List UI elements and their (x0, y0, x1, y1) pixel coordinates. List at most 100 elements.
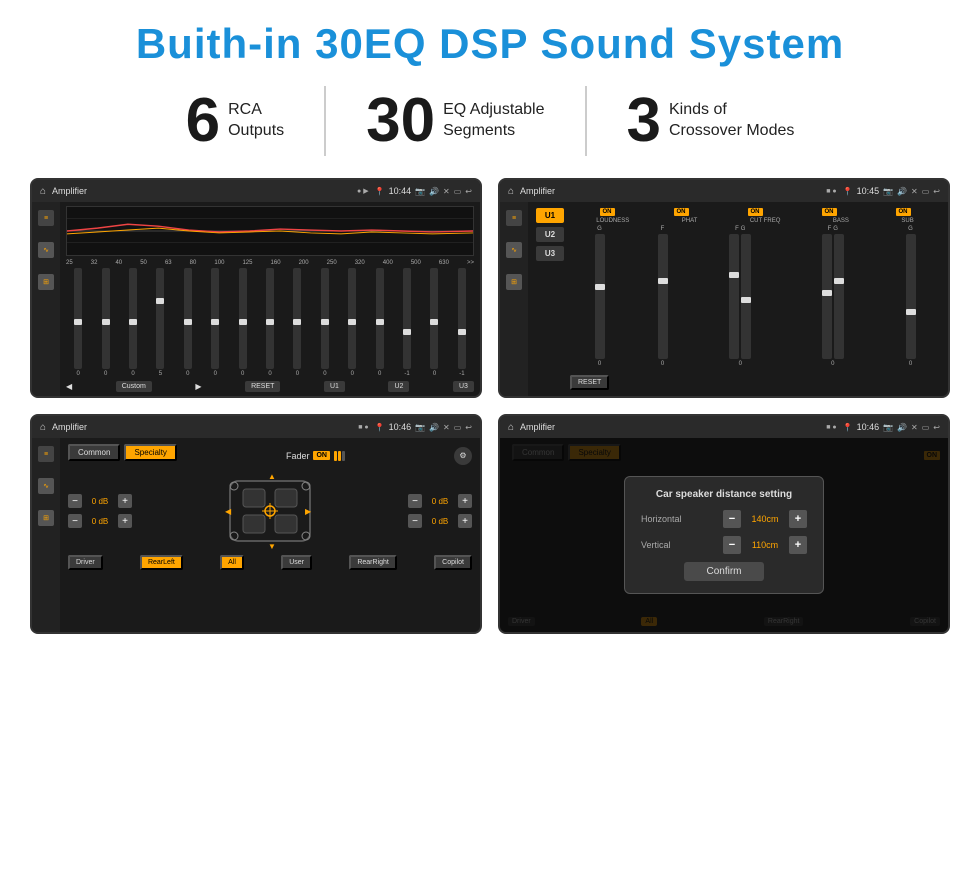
crossover-reset-button[interactable]: RESET (570, 375, 609, 390)
back-icon: ↩ (465, 187, 472, 196)
distance-dialog-box: Car speaker distance setting Horizontal … (624, 476, 824, 594)
db-rl-minus[interactable]: − (68, 514, 82, 528)
distance-dialog-overlay: Car speaker distance setting Horizontal … (500, 438, 948, 632)
ch-cutfreq-area: FG 0 (696, 226, 785, 367)
db-rr-plus[interactable]: + (458, 514, 472, 528)
vertical-plus-button[interactable]: + (789, 536, 807, 554)
vertical-value: 110cm (745, 540, 785, 550)
db-fl-minus[interactable]: − (68, 494, 82, 508)
btn-rearleft[interactable]: RearLeft (140, 555, 183, 570)
eq-slider-1[interactable]: 0 (93, 268, 117, 377)
vertical-minus-button[interactable]: − (723, 536, 741, 554)
crossover-sidebar-icon-3[interactable]: ⊞ (506, 274, 522, 290)
eq-main-area: 25 32 40 50 63 80 100 125 160 200 250 32… (60, 202, 480, 396)
unit-u1-button[interactable]: U1 (536, 208, 564, 223)
eq-slider-4[interactable]: 0 (176, 268, 200, 377)
screen4-topbar: ⌂ Amplifier ■ ● 📍 10:46 📷 🔊 ✕ ▭ ↩ (500, 416, 948, 438)
horizontal-minus-button[interactable]: − (723, 510, 741, 528)
screen3-title: Amplifier (52, 422, 352, 432)
window-icon: ▭ (454, 187, 462, 196)
ch-phat-slider[interactable]: F 0 (633, 226, 692, 367)
db-rl-value: 0 dB (86, 517, 114, 526)
ch-sub-on: ON (896, 208, 911, 216)
crossover-sidebar-icon-2[interactable]: ∿ (506, 242, 522, 258)
horizontal-plus-button[interactable]: + (789, 510, 807, 528)
ch-loudness-slider[interactable]: G 0 (570, 226, 629, 367)
eq-slider-0[interactable]: 0 (66, 268, 90, 377)
confirm-button[interactable]: Confirm (684, 562, 764, 581)
eq-u2-button[interactable]: U2 (388, 381, 409, 392)
ch-sub-slider[interactable]: G 0 (881, 226, 940, 367)
screen3-time: 10:46 (389, 422, 412, 432)
eq-slider-10[interactable]: 0 (340, 268, 364, 377)
db-fl-value: 0 dB (86, 497, 114, 506)
screen1-topbar: ⌂ Amplifier ● ▶ 📍 10:44 📷 🔊 ✕ ▭ ↩ (32, 180, 480, 202)
screen2-dots: ■ ● (826, 188, 836, 195)
eq-mode-custom-button[interactable]: Custom (116, 381, 152, 392)
btn-all[interactable]: All (220, 555, 244, 570)
btn-driver[interactable]: Driver (68, 555, 103, 570)
fader-main: Common Specialty Fader ON (60, 438, 480, 632)
db-fl-plus[interactable]: + (118, 494, 132, 508)
eq-slider-7[interactable]: 0 (258, 268, 282, 377)
settings-icon[interactable]: ⚙ (454, 447, 472, 465)
tab-common-button[interactable]: Common (68, 444, 120, 461)
eq-reset-button[interactable]: RESET (245, 381, 280, 392)
eq-slider-11[interactable]: 0 (367, 268, 391, 377)
screen4-dots: ■ ● (826, 424, 836, 431)
crossover-sidebar-icon-1[interactable]: ≡ (506, 210, 522, 226)
eq-slider-8[interactable]: 0 (285, 268, 309, 377)
screen4-title: Amplifier (520, 422, 820, 432)
btn-user[interactable]: User (281, 555, 312, 570)
dialog-horizontal-row: Horizontal − 140cm + (641, 510, 807, 528)
screen2-camera-icon: 📷 (883, 187, 893, 196)
car-diagram: ▲ ▼ ◀ ▶ (138, 471, 402, 551)
stat-rca: 6 RCA Outputs (146, 90, 325, 152)
btn-copilot[interactable]: Copilot (434, 555, 472, 570)
unit-u2-button[interactable]: U2 (536, 227, 564, 242)
db-rl-plus[interactable]: + (118, 514, 132, 528)
screen3-fader-area: ≡ ∿ ⊞ Common Specialty Fader ON (32, 438, 480, 632)
eq-prev-button[interactable]: ◀ (66, 382, 72, 391)
eq-u1-button[interactable]: U1 (324, 381, 345, 392)
eq-u3-button[interactable]: U3 (453, 381, 474, 392)
eq-freq-labels: 25 32 40 50 63 80 100 125 160 200 250 32… (66, 260, 474, 266)
stat-crossover-label: Kinds of Crossover Modes (669, 100, 794, 142)
eq-slider-2[interactable]: 0 (121, 268, 145, 377)
tab-specialty-button[interactable]: Specialty (124, 444, 176, 461)
eq-slider-5[interactable]: 0 (203, 268, 227, 377)
fader-sidebar-icon-2[interactable]: ∿ (38, 478, 54, 494)
crossover-on-badges: ON ON ON ON ON (570, 208, 940, 216)
eq-sidebar-icon-2[interactable]: ∿ (38, 242, 54, 258)
fader-sidebar-icon-3[interactable]: ⊞ (38, 510, 54, 526)
eq-slider-6[interactable]: 0 (230, 268, 254, 377)
home-icon: ⌂ (40, 186, 46, 197)
eq-slider-13[interactable]: 0 (422, 268, 446, 377)
fader-sidebar-icon-1[interactable]: ≡ (38, 446, 54, 462)
ch-bass-on: ON (822, 208, 837, 216)
screen4-home-icon: ⌂ (508, 422, 514, 433)
db-fr-minus[interactable]: − (408, 494, 422, 508)
crossover-sliders-row: G 0 F 0 (570, 226, 940, 367)
db-rr-minus[interactable]: − (408, 514, 422, 528)
page-title: Buith-in 30EQ DSP Sound System (30, 20, 950, 68)
screen3-dots: ■ ● (358, 424, 368, 431)
db-fr-plus[interactable]: + (458, 494, 472, 508)
eq-slider-14[interactable]: -1 (450, 268, 474, 377)
screen3-sidebar: ≡ ∿ ⊞ (32, 438, 60, 632)
eq-slider-3[interactable]: 5 (148, 268, 172, 377)
btn-rearright[interactable]: RearRight (349, 555, 397, 570)
screen2-home-icon: ⌂ (508, 186, 514, 197)
screen3-topbar: ⌂ Amplifier ■ ● 📍 10:46 📷 🔊 ✕ ▭ ↩ (32, 416, 480, 438)
unit-u3-button[interactable]: U3 (536, 246, 564, 261)
eq-nav-row: ◀ Custom ▶ RESET U1 U2 U3 (66, 381, 474, 392)
screen1-status-icons: 📍 10:44 📷 🔊 ✕ ▭ ↩ (375, 186, 472, 196)
eq-slider-9[interactable]: 0 (313, 268, 337, 377)
eq-next-button[interactable]: ▶ (195, 382, 201, 391)
close-icon: ✕ (443, 187, 450, 196)
db-control-rr: − 0 dB + (408, 514, 472, 528)
screen3-location-icon: 📍 (375, 423, 385, 432)
eq-sidebar-icon-1[interactable]: ≡ (38, 210, 54, 226)
eq-sidebar-icon-3[interactable]: ⊞ (38, 274, 54, 290)
eq-slider-12[interactable]: -1 (395, 268, 419, 377)
